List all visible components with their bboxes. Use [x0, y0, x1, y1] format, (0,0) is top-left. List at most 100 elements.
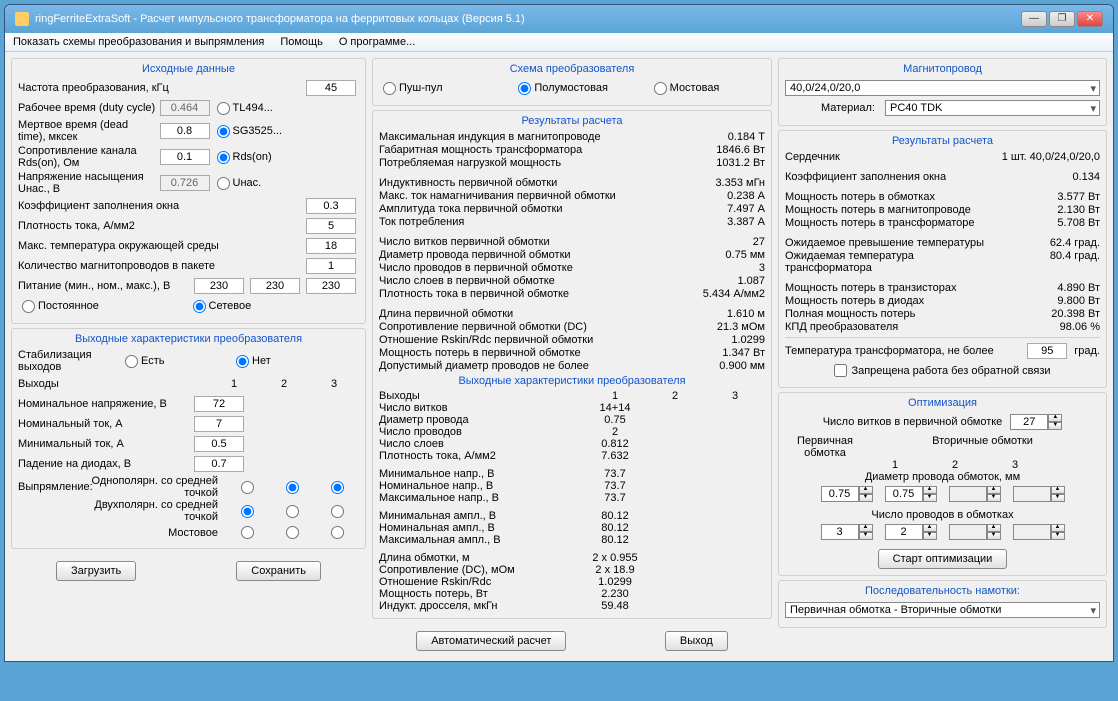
rect-label: Выпрямление: — [18, 481, 88, 493]
dead-label: Мертвое время (dead time), мксек — [18, 119, 157, 143]
imin-1-input[interactable] — [194, 436, 244, 452]
opt-diam-label: Диаметр провода обмоток, мм — [785, 471, 1100, 483]
menu-bar: Показать схемы преобразования и выпрямле… — [5, 33, 1113, 52]
duty-value: 0.464 — [160, 100, 210, 116]
save-button[interactable]: Сохранить — [236, 561, 321, 581]
minimize-button[interactable]: — — [1021, 11, 1047, 27]
results2-title: Результаты расчета — [785, 135, 1100, 147]
spin-down-icon[interactable]: ▼ — [1048, 422, 1062, 430]
close-button[interactable]: ✕ — [1077, 11, 1103, 27]
tenv-label: Макс. температура окружающей среды — [18, 240, 303, 252]
load-button[interactable]: Загрузить — [56, 561, 136, 581]
dead-input[interactable] — [160, 123, 210, 139]
result2-row: Мощность потерь в диодах9.800 Вт — [785, 295, 1100, 307]
core-group: Магнитопровод 40,0/24,0/20,0 Материал:PC… — [778, 58, 1107, 126]
title-bar: ringFerriteExtraSoft - Расчет импульсног… — [5, 5, 1113, 33]
result2-row: Ожидаемая температура трансформатора80.4… — [785, 250, 1100, 274]
opt-turns-label: Число витков в первичной обмотке — [823, 416, 1003, 428]
out-result-row: Минимальная ампл., В80.12 — [379, 510, 765, 522]
opt-w1-input[interactable] — [885, 524, 923, 540]
freq-input[interactable] — [306, 80, 356, 96]
result-row: Сопротивление первичной обмотки (DC)21.3… — [379, 321, 765, 333]
supply-min-input[interactable] — [194, 278, 244, 294]
supply-ac-radio[interactable] — [193, 300, 206, 313]
rect-bridge-2[interactable] — [286, 526, 299, 539]
inom-1-input[interactable] — [194, 416, 244, 432]
uhac-opt-radio[interactable] — [217, 177, 230, 190]
exit-button[interactable]: Выход — [665, 631, 728, 651]
dead-opt-radio[interactable] — [217, 125, 230, 138]
auto-calc-button[interactable]: Автоматический расчет — [416, 631, 566, 651]
scheme-bridge-radio[interactable] — [654, 82, 667, 95]
result-row: Максимальная индукция в магнитопроводе0.… — [379, 131, 765, 143]
spin-up-icon[interactable]: ▲ — [1048, 414, 1062, 422]
opt-turns-input[interactable] — [1010, 414, 1048, 430]
tmax-input[interactable] — [1027, 343, 1067, 359]
stab-label: Стабилизация выходов — [18, 349, 121, 373]
source-data-group: Исходные данные Частота преобразования, … — [11, 58, 366, 324]
vnom-label: Номинальное напряжение, В — [18, 398, 191, 410]
no-feedback-check[interactable] — [834, 364, 847, 377]
rect-bi-2[interactable] — [286, 505, 299, 518]
seq-title: Последовательность намотки: — [785, 585, 1100, 597]
results-group: Результаты расчета Максимальная индукция… — [372, 110, 772, 619]
rds-input[interactable] — [160, 149, 210, 165]
scheme-half-radio[interactable] — [518, 82, 531, 95]
seq-select[interactable]: Первичная обмотка - Вторичные обмотки — [785, 602, 1100, 618]
result-row: Число проводов в первичной обмотке3 — [379, 262, 765, 274]
scheme-push-radio[interactable] — [383, 82, 396, 95]
supply-dc-radio[interactable] — [22, 300, 35, 313]
stab-no-radio[interactable] — [236, 355, 249, 368]
core-size-select[interactable]: 40,0/24,0/20,0 — [785, 80, 1100, 96]
rect-uni-2[interactable] — [286, 481, 299, 494]
maximize-button[interactable]: ❐ — [1049, 11, 1075, 27]
kfill-input[interactable] — [306, 198, 356, 214]
supply-max-input[interactable] — [306, 278, 356, 294]
supply-nom-input[interactable] — [250, 278, 300, 294]
result2-row: Коэффициент заполнения окна0.134 — [785, 171, 1100, 183]
vdiode-1-input[interactable] — [194, 456, 244, 472]
rds-opt-radio[interactable] — [217, 151, 230, 164]
start-opt-button[interactable]: Старт оптимизации — [878, 549, 1008, 569]
out-result-row: Число витков14+14 — [379, 402, 765, 414]
outputs-label: Выходы — [18, 378, 209, 390]
duty-label: Рабочее время (duty cycle) — [18, 102, 157, 114]
result-row: Амплитуда тока первичной обмотки7.497 А — [379, 203, 765, 215]
material-label: Материал: — [785, 102, 885, 114]
menu-schemes[interactable]: Показать схемы преобразования и выпрямле… — [13, 36, 264, 48]
rect-uni-3[interactable] — [331, 481, 344, 494]
out-result-row: Длина обмотки, м2 x 0.955 — [379, 552, 765, 564]
stab-yes-radio[interactable] — [125, 355, 138, 368]
scheme-title: Схема преобразователя — [379, 63, 765, 75]
tenv-input[interactable] — [306, 238, 356, 254]
duty-opt-radio[interactable] — [217, 102, 230, 115]
menu-about[interactable]: О программе... — [339, 36, 415, 48]
tmax-label: Температура трансформатора, не более — [785, 345, 1024, 357]
out-result-row: Число проводов2 — [379, 426, 765, 438]
vnom-1-input[interactable] — [194, 396, 244, 412]
result-row: Диаметр провода первичной обмотки0.75 мм — [379, 249, 765, 261]
nmag-input[interactable] — [306, 258, 356, 274]
opt-d2-input — [949, 486, 987, 502]
jdens-label: Плотность тока, А/мм2 — [18, 220, 303, 232]
rect-bi-1[interactable] — [241, 505, 254, 518]
result-row: Число витков первичной обмотки27 — [379, 236, 765, 248]
opt-d0-input[interactable] — [821, 486, 859, 502]
rect-bi-3[interactable] — [331, 505, 344, 518]
jdens-input[interactable] — [306, 218, 356, 234]
result-row: Отношение Rskin/Rdc первичной обмотки1.0… — [379, 334, 765, 346]
menu-help[interactable]: Помощь — [280, 36, 323, 48]
result-row: Макс. ток намагничивания первичной обмот… — [379, 190, 765, 202]
window-title: ringFerriteExtraSoft - Расчет импульсног… — [35, 13, 525, 25]
out-char-group: Выходные характеристики преобразователя … — [11, 328, 366, 549]
material-select[interactable]: PC40 TDK — [885, 100, 1100, 116]
result2-row: КПД преобразователя98.06 % — [785, 321, 1100, 333]
uhac-label: Напряжение насыщения Uнас., В — [18, 171, 157, 195]
rect-bridge-3[interactable] — [331, 526, 344, 539]
opt-w0-input[interactable] — [821, 524, 859, 540]
rect-bridge-1[interactable] — [241, 526, 254, 539]
seq-group: Последовательность намотки: Первичная об… — [778, 580, 1107, 628]
rect-uni-1[interactable] — [241, 481, 254, 494]
rds-label: Сопротивление канала Rds(on), Ом — [18, 145, 157, 169]
opt-d1-input[interactable] — [885, 486, 923, 502]
